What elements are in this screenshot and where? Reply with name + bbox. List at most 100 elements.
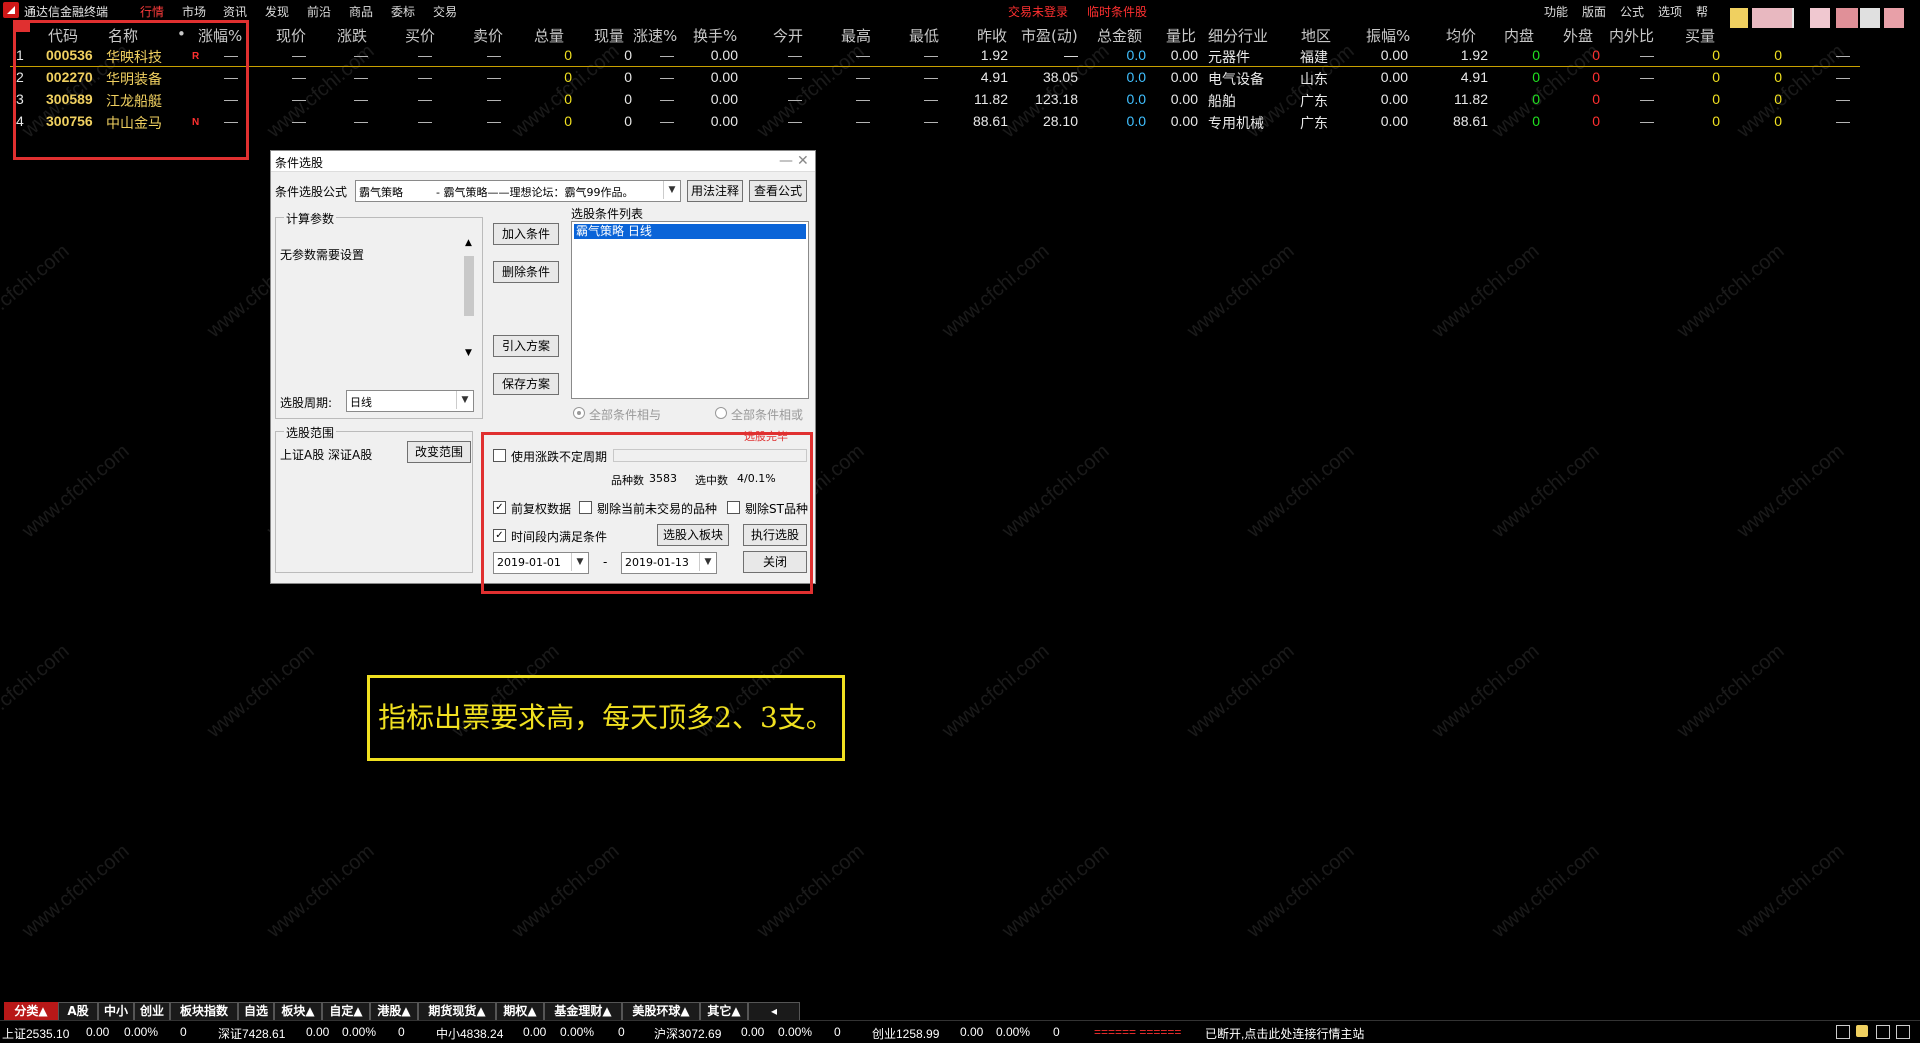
add-condition-button[interactable]: 加入条件 [493,223,559,245]
col-buy-volume[interactable]: 买量 [1685,25,1715,46]
col-high[interactable]: 最高 [841,25,871,46]
tab-9[interactable]: 期货现货▲ [418,1002,496,1021]
radio-all-and[interactable] [573,407,585,419]
tab-12[interactable]: 美股环球▲ [622,1002,700,1021]
tab-11[interactable]: 基金理财▲ [544,1002,622,1021]
menu-formula[interactable]: 公式 [1620,3,1644,20]
usage-button[interactable]: 用法注释 [687,180,743,202]
col-pe[interactable]: 市盈(动) [1021,25,1078,46]
period-select[interactable]: 日线 ▼ [346,390,474,412]
row-inner: 0 [1532,91,1540,107]
menu-market[interactable]: 市场 [182,3,206,20]
menu-goods[interactable]: 商品 [349,3,373,20]
tab-13[interactable]: 其它▲ [700,1002,748,1021]
col-inner[interactable]: 内盘 [1504,25,1534,46]
col-amount[interactable]: 总金额 [1097,25,1142,46]
tab-1[interactable]: A股 [58,1002,98,1021]
tab-10[interactable]: 期权▲ [496,1002,544,1021]
menu-help[interactable]: 帮 [1696,3,1708,20]
table-row[interactable]: 4 300756 中山金马 N — — — — —0 0—0.00— — —88.61 28.10 0.0… [0,110,1920,132]
import-plan-button[interactable]: 引入方案 [493,335,559,357]
row-cur-volume: 0 [624,69,632,85]
row-high: — [856,69,870,85]
tab-3[interactable]: 创业 [134,1002,170,1021]
row-dash: — [1836,69,1850,85]
row-amount: 0.0 [1126,47,1146,63]
col-volume[interactable]: 总量 [534,25,564,46]
menu-frontier[interactable]: 前沿 [307,3,331,20]
condition-item[interactable]: 霸气策略 日线 [574,224,806,239]
tab-8[interactable]: 港股▲ [370,1002,418,1021]
save-plan-button[interactable]: 保存方案 [493,373,559,395]
col-low[interactable]: 最低 [909,25,939,46]
col-outer[interactable]: 外盘 [1563,25,1593,46]
scroll-up-icon[interactable]: ▲ [465,238,472,248]
menu-trade[interactable]: 交易 [433,3,457,20]
view-formula-button[interactable]: 查看公式 [749,180,807,202]
index-cy[interactable]: 创业1258.99 [872,1025,939,1042]
chevron-down-icon[interactable]: ▼ [456,391,473,409]
col-avg-price[interactable]: 均价 [1446,25,1476,46]
table-row[interactable]: 3 300589 江龙船艇 — — — — —0 0—0.00— — —11.82 123.18 0.0… [0,88,1920,110]
minimize-icon[interactable]: — [779,153,793,169]
table-row[interactable]: 2 002270 华明装备 — — — — —0 0—0.00— — —4.91 38.05 0.0 0.… [0,66,1920,88]
dialog-titlebar[interactable]: 条件选股 — ✕ [271,151,815,172]
temp-condition-stocks[interactable]: 临时条件股 [1087,3,1147,20]
tab-2[interactable]: 中小 [98,1002,134,1021]
connection-status[interactable]: 已断开,点击此处连接行情主站 [1205,1025,1364,1042]
trade-login-status[interactable]: 交易未登录 [1008,3,1068,20]
scroll-down-icon[interactable]: ▼ [465,348,472,358]
col-in-out-ratio[interactable]: 内外比 [1609,25,1654,46]
col-region[interactable]: 地区 [1301,25,1331,46]
tab-0[interactable]: 分类▲ [4,1002,58,1021]
index-sh[interactable]: 上证2535.10 [2,1025,69,1042]
index-zx[interactable]: 中小4838.24 [436,1025,503,1042]
col-diff[interactable]: 涨跌 [337,25,367,46]
col-prev-close[interactable]: 昨收 [977,25,1007,46]
col-industry[interactable]: 细分行业 [1208,25,1268,46]
formula-select[interactable]: 霸气策略 - 霸气策略——理想论坛：霸气99作品。 ▼ [355,180,681,202]
row-industry: 电气设备 [1208,71,1264,87]
condition-list[interactable]: 霸气策略 日线 [571,221,809,399]
col-turnover[interactable]: 换手% [693,25,737,46]
chevron-down-icon[interactable]: ▼ [663,181,680,199]
col-cur-volume[interactable]: 现量 [594,25,624,46]
col-price[interactable]: 现价 [276,25,306,46]
col-amplitude[interactable]: 振幅% [1366,25,1410,46]
tab-5[interactable]: 自选 [238,1002,274,1021]
tab-6[interactable]: 板块▲ [274,1002,322,1021]
col-vol-ratio[interactable]: 量比 [1166,25,1196,46]
row-buy-volume: 0 [1712,91,1720,107]
window-icon[interactable] [1876,1025,1890,1039]
index-hs[interactable]: 沪深3072.69 [654,1025,721,1042]
col-bid[interactable]: 买价 [405,25,435,46]
menu-layout[interactable]: 版面 [1582,3,1606,20]
delete-condition-button[interactable]: 删除条件 [493,261,559,283]
row-extra-volume: 0 [1774,69,1782,85]
settings-icon[interactable] [1896,1025,1910,1039]
close-icon[interactable]: ✕ [797,153,809,169]
col-open[interactable]: 今开 [773,25,803,46]
row-speed: — [660,47,674,63]
layout-icon[interactable] [1836,1025,1850,1039]
menu-options[interactable]: 选项 [1658,3,1682,20]
tab-7[interactable]: 自定▲ [322,1002,370,1021]
params-scrollbar[interactable]: ▲ ▼ [462,238,476,362]
scroll-thumb[interactable] [464,256,474,316]
menu-info[interactable]: 资讯 [223,3,247,20]
col-speed[interactable]: 涨速% [633,25,677,46]
change-range-button[interactable]: 改变范围 [407,441,471,463]
menu-quotes[interactable]: 行情 [140,3,164,20]
table-row[interactable]: 1 000536 华映科技 R — — — — —0 0—0.00— — —1.92—0.0 0.00 元… [0,44,1920,66]
tab-scroll-arrow[interactable]: ◂ [748,1002,800,1021]
row-outer: 0 [1592,47,1600,63]
radio-all-or[interactable] [715,407,727,419]
tab-4[interactable]: 板块指数 [170,1002,238,1021]
menu-function[interactable]: 功能 [1544,3,1568,20]
menu-tender[interactable]: 委标 [391,3,415,20]
index-hs-vol: 0 [834,1025,841,1039]
lock-icon[interactable] [1856,1025,1868,1037]
index-sz[interactable]: 深证7428.61 [218,1025,285,1042]
menu-discover[interactable]: 发现 [265,3,289,20]
col-ask[interactable]: 卖价 [473,25,503,46]
